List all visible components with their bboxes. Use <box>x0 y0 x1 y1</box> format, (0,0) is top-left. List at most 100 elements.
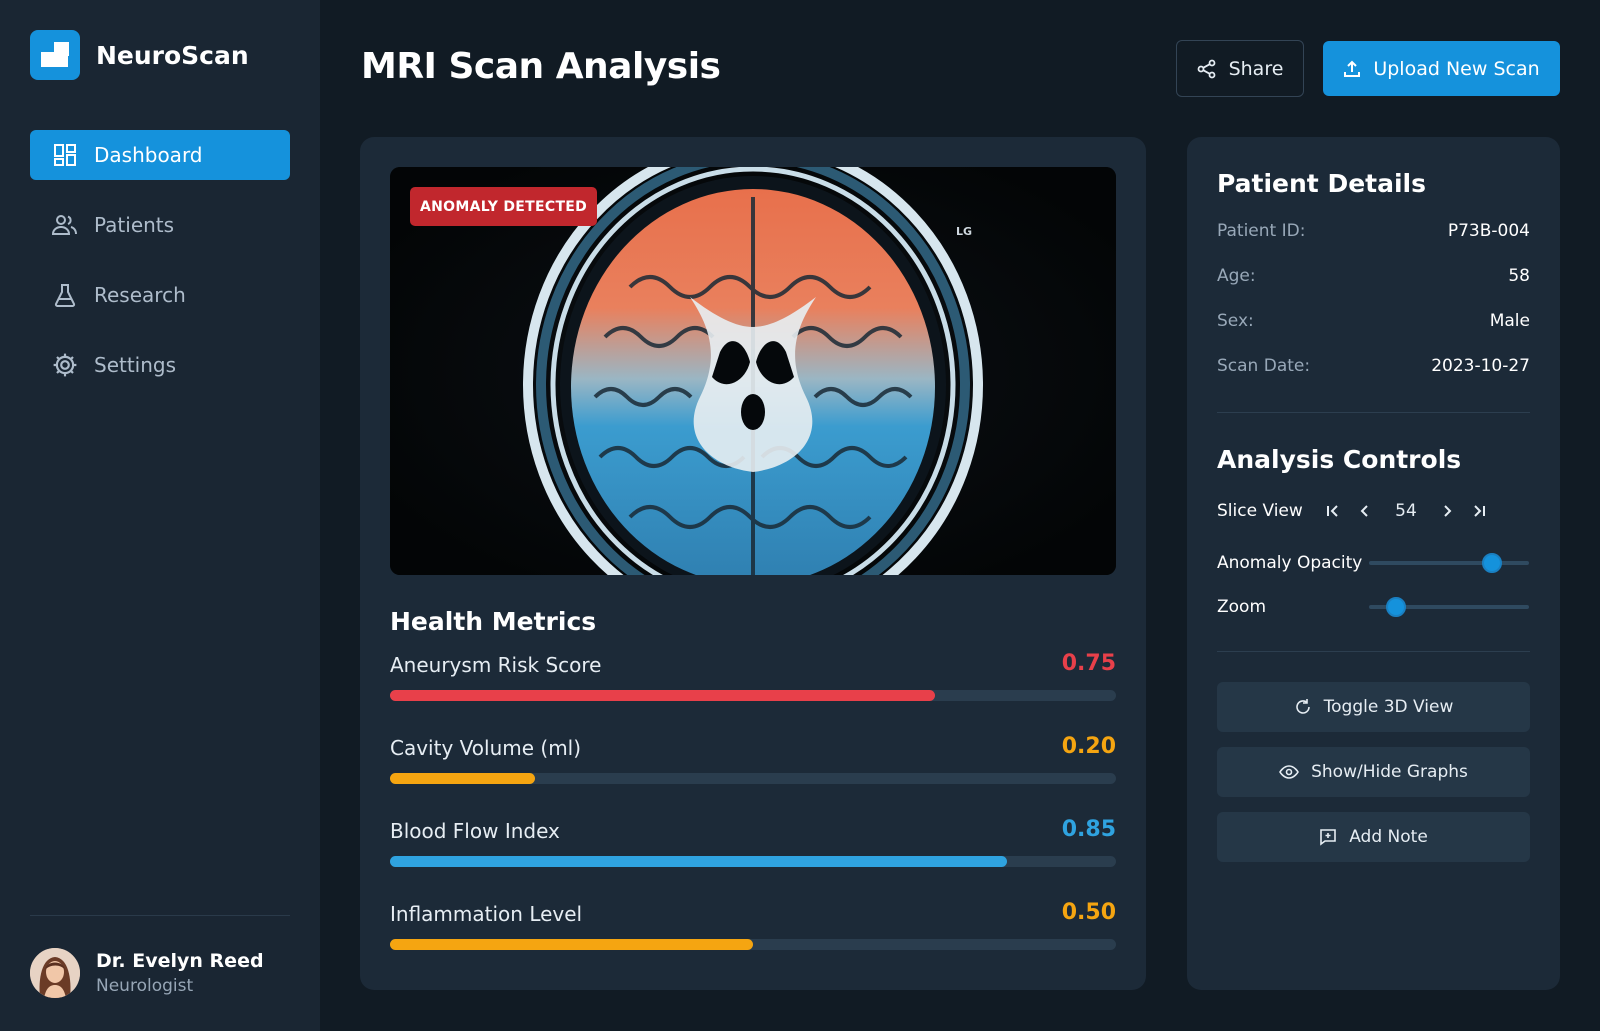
metric-progress-track <box>390 773 1116 784</box>
detail-key: Age: <box>1217 266 1256 286</box>
first-slice-button[interactable] <box>1317 499 1349 523</box>
show-hide-graphs-button[interactable]: Show/Hide Graphs <box>1217 747 1530 797</box>
metric-label: Cavity Volume (ml) <box>390 736 582 760</box>
action-label: Add Note <box>1349 827 1428 847</box>
scan-orientation-marker: LG <box>956 225 973 238</box>
metric-aneurysm-risk: Aneurysm Risk Score 0.75 <box>390 651 1116 701</box>
metric-value: 0.50 <box>1061 900 1116 925</box>
sidebar-item-dashboard[interactable]: Dashboard <box>30 130 290 180</box>
metric-progress-track <box>390 939 1116 950</box>
metric-cavity-volume: Cavity Volume (ml) 0.20 <box>390 734 1116 784</box>
sidebar-item-label: Dashboard <box>94 143 203 167</box>
chevron-left-icon <box>1360 505 1368 517</box>
skip-first-icon <box>1327 505 1338 517</box>
metric-progress-fill <box>390 856 1008 867</box>
add-note-button[interactable]: Add Note <box>1217 812 1530 862</box>
upload-icon <box>1343 60 1361 78</box>
action-label: Toggle 3D View <box>1323 697 1454 717</box>
metric-value: 0.85 <box>1061 817 1116 842</box>
patient-details-title: Patient Details <box>1217 169 1426 198</box>
sidebar-nav: Dashboard Patients Research Settings <box>30 130 290 410</box>
page-title: MRI Scan Analysis <box>361 46 721 87</box>
anomaly-opacity-label: Anomaly Opacity <box>1217 553 1363 573</box>
patient-age-row: Age: 58 <box>1217 266 1530 286</box>
avatar <box>30 948 80 998</box>
health-metrics-title: Health Metrics <box>390 607 597 636</box>
brand[interactable]: NeuroScan <box>30 30 249 80</box>
analysis-controls-title: Analysis Controls <box>1217 445 1462 474</box>
scan-analysis-card: ANOMALY DETECTED LG Health Metrics Aneur… <box>360 137 1146 990</box>
brand-name: NeuroScan <box>96 40 249 70</box>
metric-progress-track <box>390 856 1116 867</box>
metric-value: 0.20 <box>1061 734 1116 759</box>
sidebar-item-label: Research <box>94 283 186 307</box>
slice-view-label: Slice View <box>1217 501 1303 521</box>
zoom-label: Zoom <box>1217 597 1267 617</box>
slice-view-control: Slice View 54 <box>1217 499 1530 523</box>
metric-label: Aneurysm Risk Score <box>390 653 602 677</box>
slider-thumb[interactable] <box>1482 553 1503 573</box>
gear-icon <box>52 352 78 378</box>
slice-number: 54 <box>1395 501 1417 521</box>
sidebar-item-label: Patients <box>94 213 175 237</box>
add-note-icon <box>1319 828 1337 846</box>
metric-progress-fill <box>390 773 536 784</box>
users-icon <box>52 212 78 238</box>
detail-key: Patient ID: <box>1217 221 1306 241</box>
share-label: Share <box>1228 57 1284 80</box>
share-icon <box>1197 59 1217 79</box>
details-panel: Patient Details Patient ID: P73B-004 Age… <box>1187 137 1560 990</box>
sidebar-item-settings[interactable]: Settings <box>30 340 290 390</box>
sidebar-item-label: Settings <box>94 353 177 377</box>
dashboard-icon <box>52 142 78 168</box>
next-slice-button[interactable] <box>1431 499 1463 523</box>
toggle-3d-view-button[interactable]: Toggle 3D View <box>1217 682 1530 732</box>
user-role: Neurologist <box>96 976 194 996</box>
user-name: Dr. Evelyn Reed <box>96 950 264 972</box>
metric-label: Blood Flow Index <box>390 819 560 843</box>
metric-label: Inflammation Level <box>390 902 583 926</box>
detail-value: 2023-10-27 <box>1431 356 1530 376</box>
skip-last-icon <box>1474 505 1485 517</box>
sidebar-item-research[interactable]: Research <box>30 270 290 320</box>
anomaly-opacity-control: Anomaly Opacity <box>1217 553 1530 573</box>
zoom-control: Zoom <box>1217 597 1530 617</box>
metric-progress-track <box>390 690 1116 701</box>
user-profile[interactable]: Dr. Evelyn Reed Neurologist <box>30 948 264 998</box>
last-slice-button[interactable] <box>1463 499 1495 523</box>
detail-value: P73B-004 <box>1447 221 1530 241</box>
detail-value: Male <box>1489 311 1530 331</box>
sidebar-item-patients[interactable]: Patients <box>30 200 290 250</box>
metric-value: 0.75 <box>1061 651 1116 676</box>
mri-scan-viewer[interactable]: ANOMALY DETECTED LG <box>390 167 1116 575</box>
panel-divider <box>1217 412 1530 413</box>
chevron-right-icon <box>1444 505 1452 517</box>
metric-progress-fill <box>390 690 935 701</box>
patient-sex-row: Sex: Male <box>1217 311 1530 331</box>
prev-slice-button[interactable] <box>1349 499 1381 523</box>
share-button[interactable]: Share <box>1176 40 1304 97</box>
panel-divider <box>1217 651 1530 652</box>
upload-label: Upload New Scan <box>1373 57 1540 80</box>
anomaly-opacity-slider[interactable] <box>1369 553 1529 573</box>
detail-key: Scan Date: <box>1217 356 1311 376</box>
detail-key: Sex: <box>1217 311 1254 331</box>
patient-id-row: Patient ID: P73B-004 <box>1217 221 1530 241</box>
eye-icon <box>1279 765 1300 779</box>
sidebar-divider <box>30 915 290 916</box>
detail-value: 58 <box>1508 266 1530 286</box>
slider-thumb[interactable] <box>1386 597 1407 617</box>
action-label: Show/Hide Graphs <box>1311 762 1468 782</box>
mri-brain-image <box>390 167 1116 575</box>
flask-icon <box>52 282 78 308</box>
sidebar: NeuroScan Dashboard Patients Research Se… <box>0 0 320 1031</box>
neuroscan-logo-icon <box>30 30 80 80</box>
metric-blood-flow: Blood Flow Index 0.85 <box>390 817 1116 867</box>
upload-new-scan-button[interactable]: Upload New Scan <box>1323 41 1560 96</box>
patient-scan-date-row: Scan Date: 2023-10-27 <box>1217 356 1530 376</box>
rotate-3d-icon <box>1294 698 1312 716</box>
zoom-slider[interactable] <box>1369 597 1529 617</box>
metric-progress-fill <box>390 939 753 950</box>
metric-inflammation: Inflammation Level 0.50 <box>390 900 1116 950</box>
anomaly-detected-badge: ANOMALY DETECTED <box>410 187 598 226</box>
